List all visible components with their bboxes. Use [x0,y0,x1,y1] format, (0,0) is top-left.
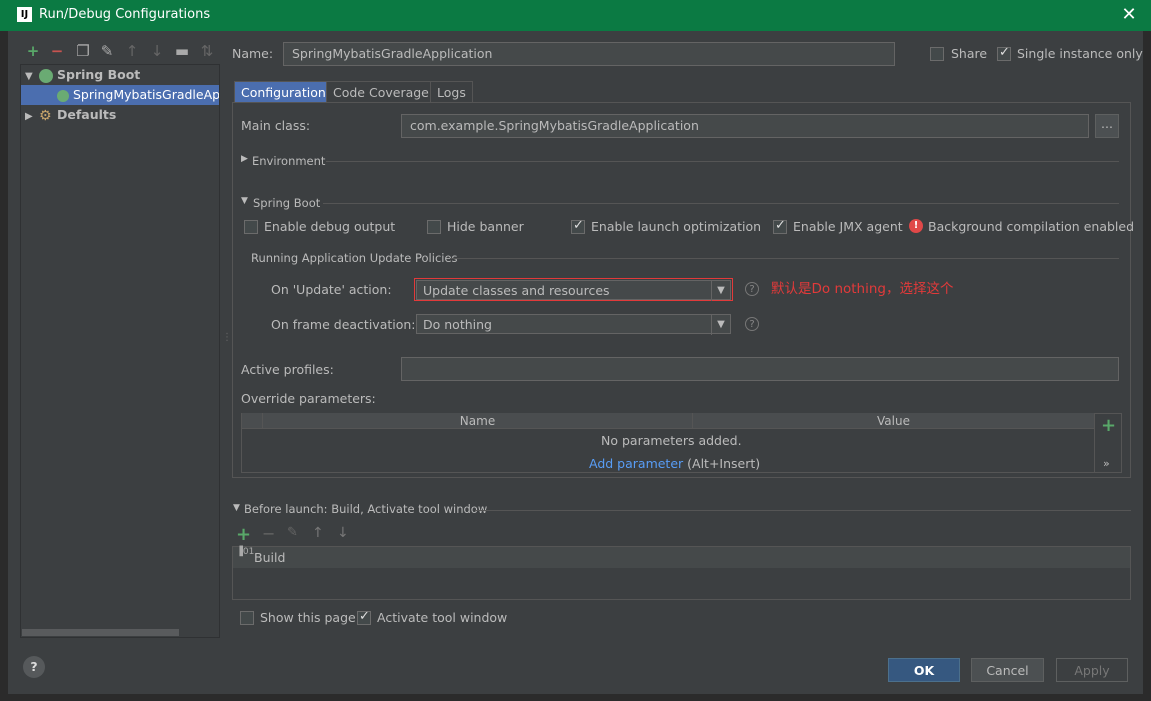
divider [475,510,1131,511]
share-checkbox[interactable] [930,47,944,61]
list-item-build[interactable] [233,547,1130,568]
sort-icon[interactable]: ⇅ [198,42,216,60]
spring-boot-icon [39,68,53,83]
window-title: Run/Debug Configurations [39,7,211,22]
annotation-text: 默认是Do nothing，选择这个 [771,281,954,297]
tab-logs[interactable]: Logs [430,81,473,103]
edit-task-icon[interactable]: ✎ [287,525,298,540]
show-page-label: Show this page [260,610,356,625]
tree-item-spring-mybatis-app[interactable]: SpringMybatisGradleApplication [21,85,219,105]
remove-task-icon[interactable]: − [262,524,275,543]
divider [450,258,1119,259]
app-icon: IJ [17,7,32,22]
add-task-icon[interactable]: + [236,524,251,545]
splitter-handle[interactable]: ⋮ [222,332,232,346]
collapse-arrow-icon[interactable]: ▶ [25,107,39,127]
move-down-icon[interactable]: ↓ [148,42,166,60]
update-action-label: On 'Update' action: [271,282,392,297]
gear-icon: ⚙ [39,107,52,124]
tree-item-defaults[interactable]: ▶ ⚙ Defaults [21,105,219,125]
environment-section[interactable]: Environment [252,154,325,168]
spring-app-icon [57,89,69,102]
hide-banner-label: Hide banner [447,219,524,234]
col-value-header[interactable]: Value [692,413,1094,429]
hide-banner-checkbox[interactable] [427,220,441,234]
tab-code-coverage[interactable]: Code Coverage [326,81,436,103]
build-icon: ▐01 [236,547,255,557]
title-bar: IJ Run/Debug Configurations ✕ [0,0,1151,31]
frame-deact-select[interactable]: Do nothing ▼ [416,314,731,335]
active-profiles-input[interactable] [401,357,1119,381]
add-param-link[interactable]: Add parameter [589,456,683,471]
launch-opt-checkbox[interactable] [571,218,585,234]
divider [1094,413,1095,473]
jmx-checkbox[interactable] [773,218,787,234]
copy-icon[interactable]: ❐ [74,42,92,60]
browse-button[interactable]: ... [1095,114,1119,138]
background-editor-left [0,31,8,701]
close-icon[interactable]: ✕ [1118,4,1140,26]
background-editor-right [1143,31,1151,701]
add-param-hint: (Alt+Insert) [687,456,761,471]
divider [326,161,1119,162]
override-label: Override parameters: [241,391,376,406]
single-instance-checkbox[interactable] [997,45,1011,61]
add-param-icon[interactable]: + [1101,415,1116,436]
help-icon[interactable]: ? [745,282,759,296]
warning-icon: ! [909,219,923,233]
wrench-icon[interactable]: ✎ [98,42,116,60]
spring-boot-arrow-icon[interactable]: ▼ [241,196,248,206]
chevron-down-icon: ▼ [711,281,730,301]
build-label: Build [254,550,286,565]
add-param-row: Add parameter (Alt+Insert) [589,456,760,471]
bg-compile-label: Background compilation enabled [928,219,1135,234]
update-action-select[interactable]: Update classes and resources ▼ [416,280,731,301]
ok-button[interactable]: OK [888,658,960,682]
before-launch-arrow-icon[interactable]: ▼ [233,503,240,513]
help-icon[interactable]: ? [23,656,45,678]
launch-opt-label: Enable launch optimization [591,219,762,234]
environment-arrow-icon[interactable]: ▶ [241,154,248,164]
tree-item-spring-boot[interactable]: ▼ Spring Boot [21,65,219,85]
activate-tool-label: Activate tool window [377,610,508,625]
tree-scrollbar[interactable] [22,629,179,636]
expand-icon[interactable]: » [1103,457,1110,470]
single-instance-label: Single instance only [1017,46,1143,61]
share-label: Share [951,46,988,61]
name-input[interactable]: SpringMybatisGradleApplication [283,42,895,66]
main-class-input[interactable]: com.example.SpringMybatisGradleApplicati… [401,114,1089,138]
tab-configuration[interactable]: Configuration [234,81,333,103]
policies-title: Running Application Update Policies [251,251,458,265]
before-launch-title[interactable]: Before launch: Build, Activate tool wind… [244,502,487,516]
no-params-text: No parameters added. [601,433,742,448]
chevron-down-icon: ▼ [711,315,730,335]
name-label: Name: [232,46,274,61]
col-name-header[interactable]: Name [262,413,692,429]
apply-button[interactable]: Apply [1056,658,1128,682]
move-up-icon[interactable]: ↑ [123,42,141,60]
add-icon[interactable]: + [24,42,42,60]
move-up-icon[interactable]: ↑ [312,525,324,541]
show-page-checkbox[interactable] [240,611,254,625]
remove-icon[interactable]: − [48,42,66,60]
expand-arrow-icon[interactable]: ▼ [25,67,39,87]
activate-tool-checkbox[interactable] [357,609,371,625]
debug-output-label: Enable debug output [264,219,396,234]
folder-icon[interactable]: ▬ [173,42,191,60]
debug-output-checkbox[interactable] [244,220,258,234]
divider [323,203,1119,204]
main-class-label: Main class: [241,118,311,133]
jmx-label: Enable JMX agent [793,219,903,234]
active-profiles-label: Active profiles: [241,362,334,377]
config-tree: ▼Spring Boot SpringMybatisGradleApplicat… [20,64,220,638]
spring-boot-section[interactable]: Spring Boot [253,196,320,210]
move-down-icon[interactable]: ↓ [337,525,349,541]
frame-deact-label: On frame deactivation: [271,317,416,332]
cancel-button[interactable]: Cancel [971,658,1044,682]
help-icon[interactable]: ? [745,317,759,331]
